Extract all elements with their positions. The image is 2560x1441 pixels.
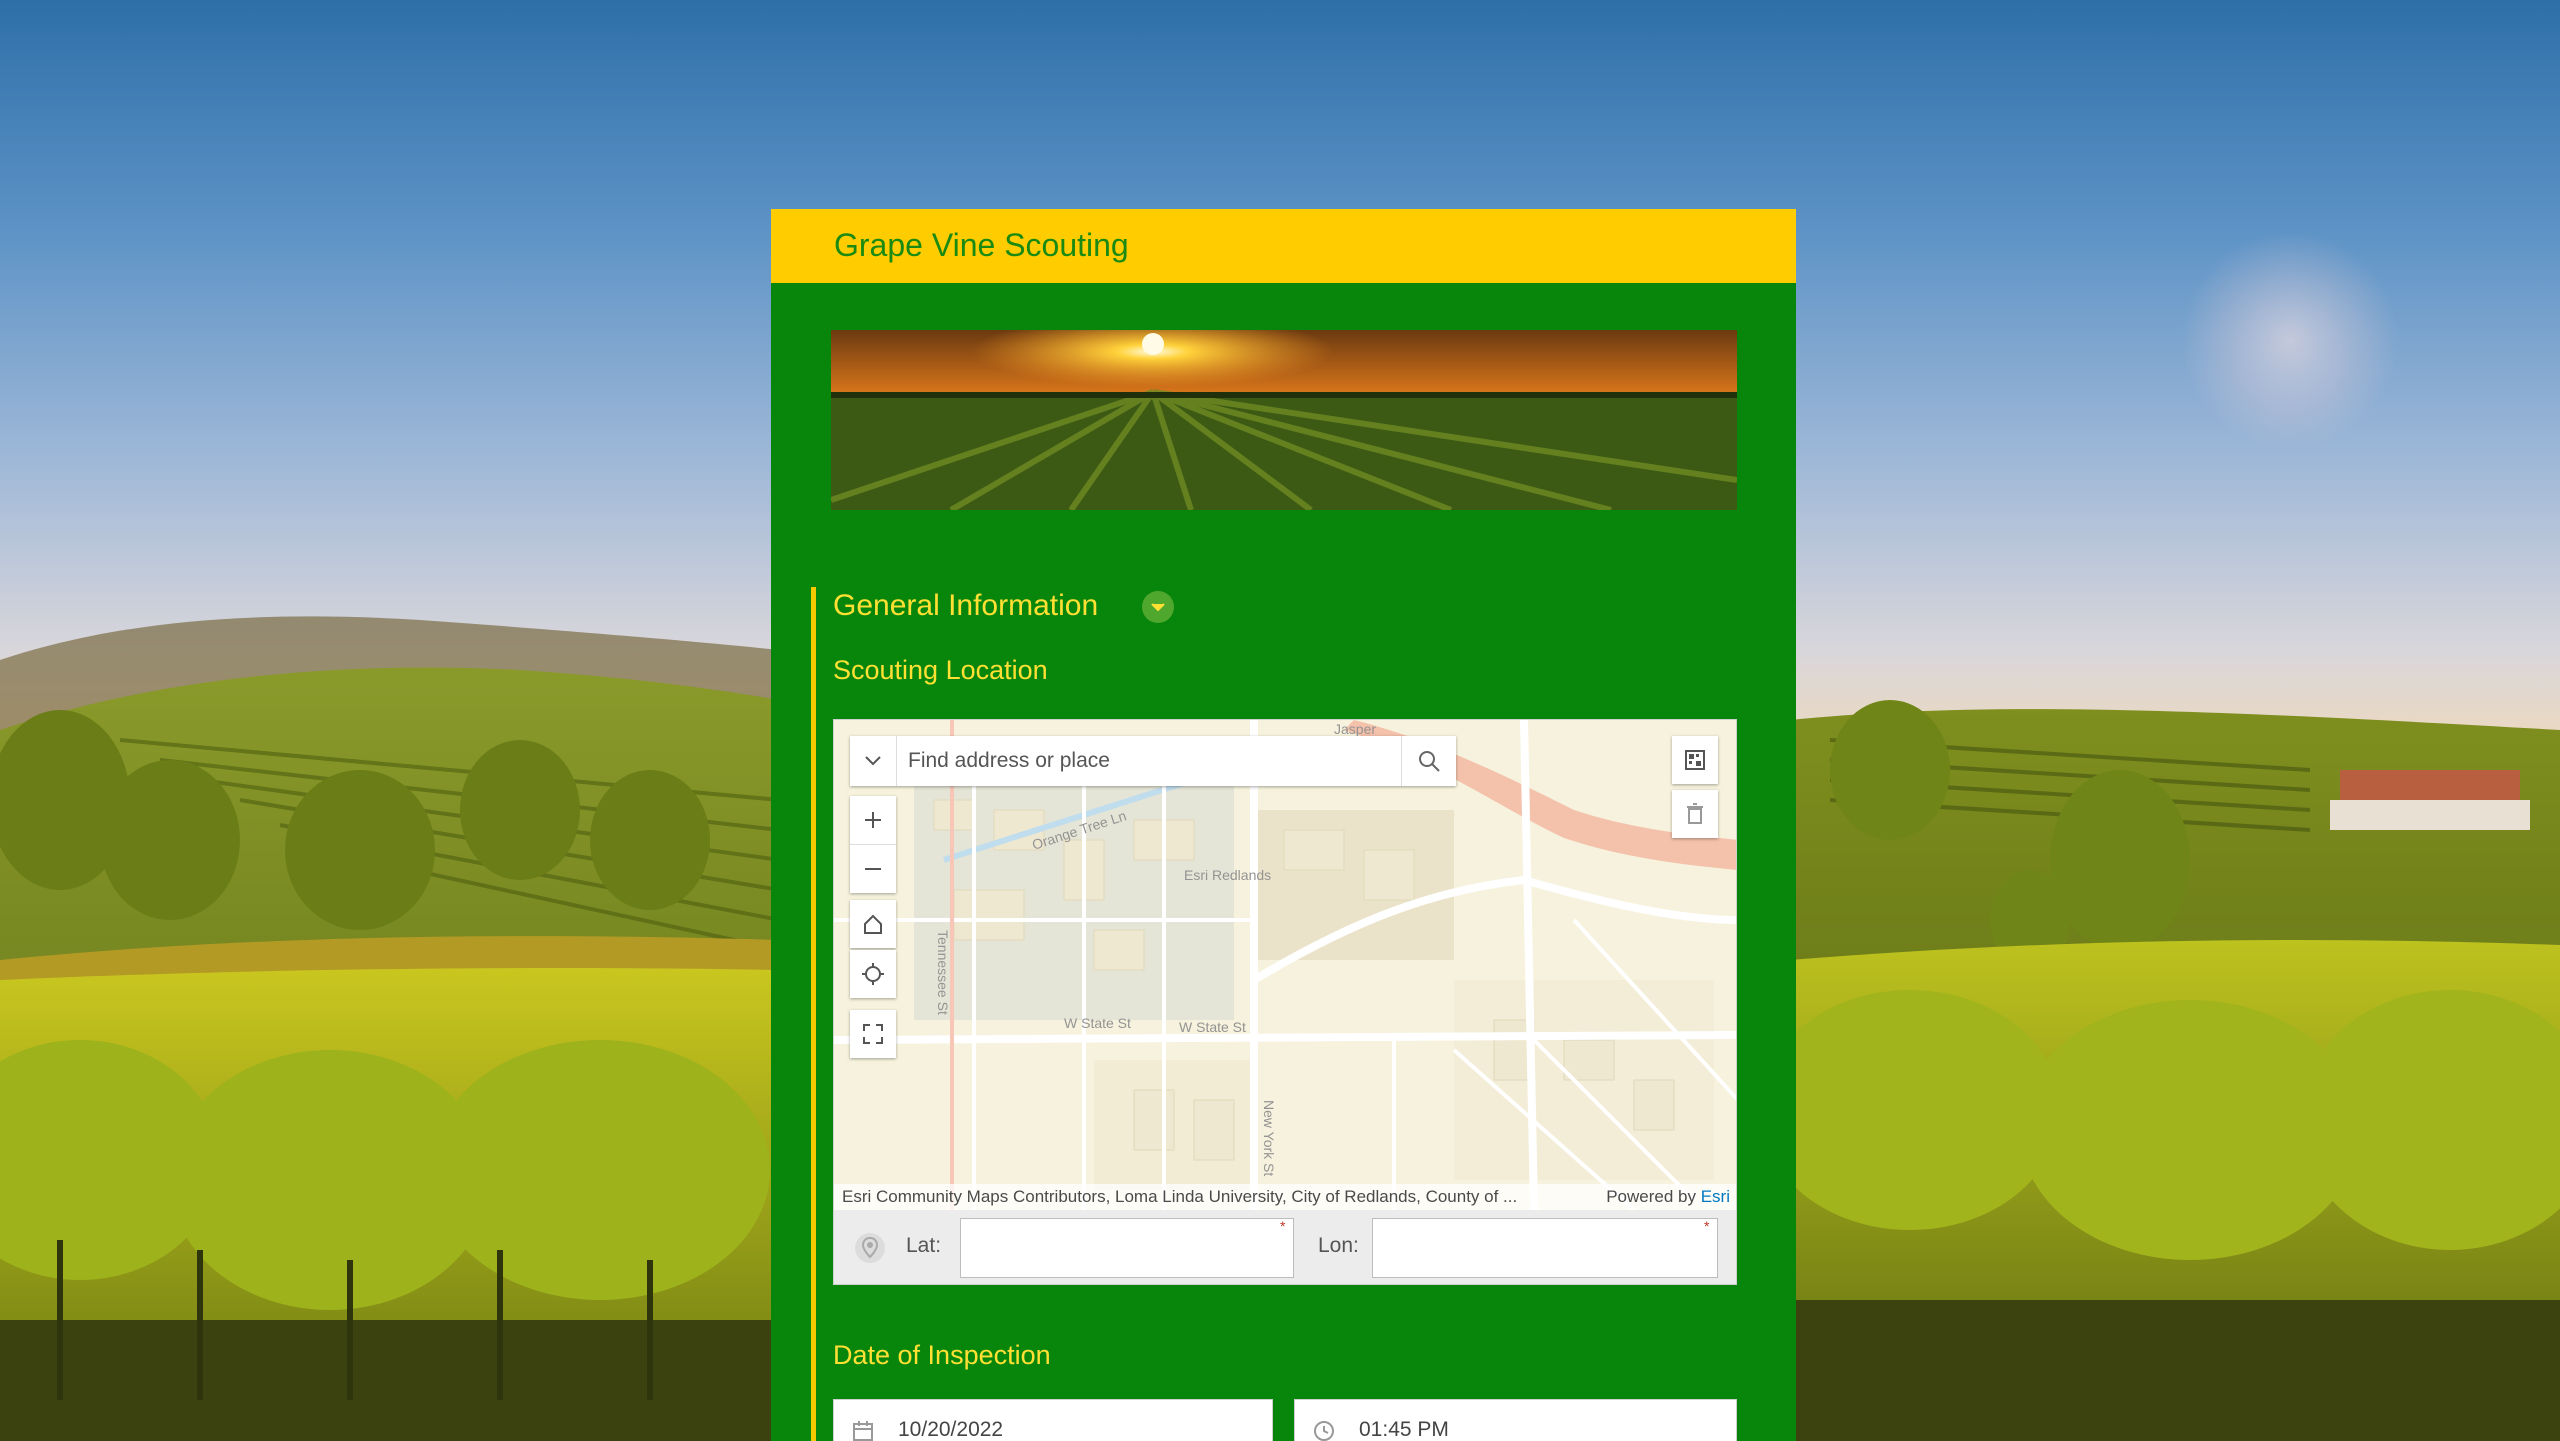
scouting-location-label: Scouting Location [833, 655, 1048, 685]
search-source-dropdown[interactable] [850, 736, 897, 786]
attribution-text: Esri Community Maps Contributors, Loma L… [842, 1187, 1518, 1206]
group-indicator-bar [811, 587, 816, 1441]
fullscreen-icon [863, 1024, 883, 1044]
map-canvas[interactable]: Tennessee St Orange Tree Ln W State St W… [834, 720, 1737, 1210]
coordinates-row: Lat: * Lon: * [834, 1210, 1736, 1284]
chevron-down-icon [865, 756, 881, 766]
lat-label: Lat: [906, 1234, 942, 1257]
location-pin-icon [855, 1233, 885, 1263]
sun-glow [2180, 230, 2400, 450]
qr-scan-button[interactable] [1672, 736, 1718, 784]
calendar-icon [853, 1421, 873, 1441]
required-indicator: * [1280, 1218, 1286, 1234]
zoom-out-button[interactable] [850, 844, 896, 893]
date-of-inspection-label: Date of Inspection [833, 1340, 1051, 1370]
map-search [850, 736, 1456, 786]
group-collapse-toggle[interactable] [1142, 591, 1174, 623]
home-icon [864, 914, 882, 934]
search-input[interactable] [898, 736, 1398, 786]
chevron-down-icon [1151, 603, 1165, 612]
esri-link[interactable]: Esri [1701, 1187, 1730, 1206]
plus-icon [865, 812, 881, 828]
date-input[interactable]: 10/20/2022 [833, 1399, 1273, 1441]
group-title-general-information[interactable]: General Information [833, 589, 1098, 623]
map-tiles[interactable]: Tennessee St Orange Tree Ln W State St W… [834, 720, 1737, 1210]
time-value: 01:45 PM [1359, 1418, 1449, 1441]
clear-location-button[interactable] [1672, 790, 1718, 838]
locate-button[interactable] [850, 950, 896, 998]
powered-by-text: Powered by [1606, 1187, 1696, 1206]
time-input[interactable]: 01:45 PM [1294, 1399, 1737, 1441]
minus-icon [865, 868, 881, 870]
zoom-controls [850, 796, 896, 893]
powered-by: Powered by Esri [1606, 1187, 1730, 1207]
lat-input[interactable] [960, 1218, 1294, 1278]
lon-input[interactable] [1372, 1218, 1718, 1278]
qr-code-icon [1685, 750, 1705, 770]
geopoint-map[interactable]: Tennessee St Orange Tree Ln W State St W… [833, 719, 1737, 1285]
trash-icon [1687, 803, 1703, 824]
form-header: Grape Vine Scouting [771, 209, 1796, 283]
search-icon [1419, 751, 1440, 772]
search-button[interactable] [1401, 736, 1456, 786]
zoom-in-button[interactable] [850, 796, 896, 844]
header-banner-image [831, 330, 1737, 510]
form-title: Grape Vine Scouting [834, 227, 1129, 263]
survey-form: Grape Vine Scouting General Information … [771, 209, 1796, 1441]
map-attribution: Esri Community Maps Contributors, Loma L… [834, 1184, 1736, 1210]
required-indicator: * [1704, 1218, 1710, 1234]
date-value: 10/20/2022 [898, 1418, 1004, 1441]
clock-icon [1314, 1421, 1334, 1441]
vineyard-hills-right [1790, 700, 2560, 1441]
fullscreen-button[interactable] [850, 1010, 896, 1058]
vineyard-hills-left [0, 616, 780, 1441]
home-button[interactable] [850, 900, 896, 948]
lon-label: Lon: [1318, 1234, 1359, 1257]
use-my-location-button[interactable] [850, 1228, 890, 1268]
locate-icon [862, 963, 884, 985]
